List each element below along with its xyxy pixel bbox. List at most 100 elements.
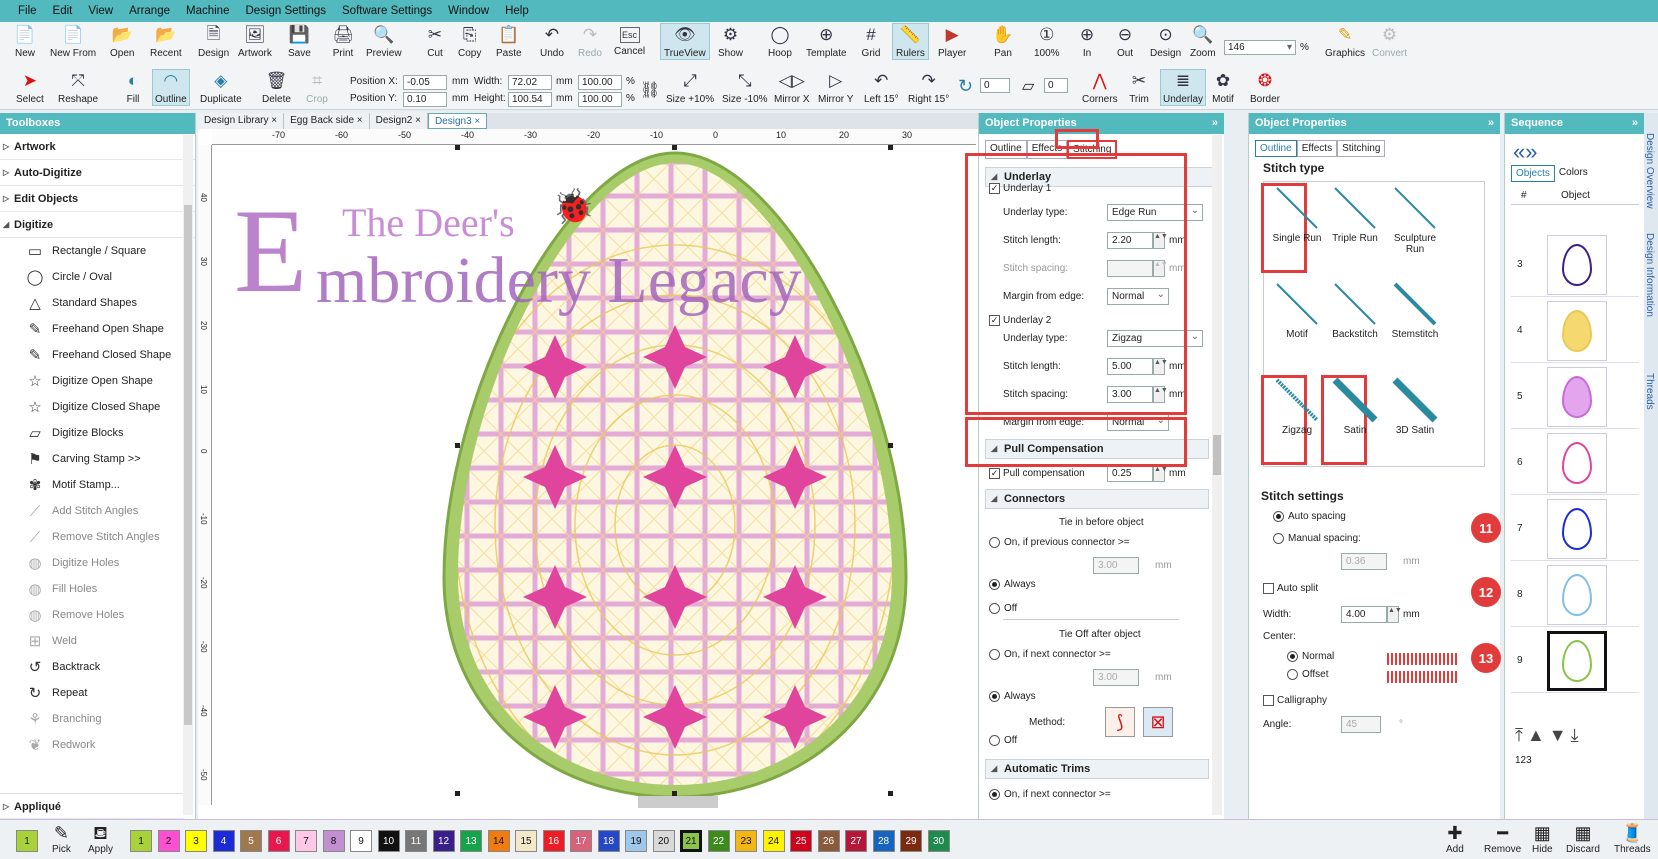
tab-design3[interactable]: Design3 ×: [427, 113, 488, 129]
tool-digitize-blocks[interactable]: ▱ Digitize Blocks: [0, 420, 195, 446]
tab-stitching[interactable]: Stitching: [1067, 140, 1118, 159]
thread-swatch-24[interactable]: 24: [762, 830, 785, 852]
menu-help[interactable]: Help: [497, 5, 537, 17]
menu-software-settings[interactable]: Software Settings: [334, 5, 440, 17]
section-edit-objects[interactable]: Edit Objects: [0, 186, 195, 212]
underlay-button[interactable]: ≣ Underlay: [1160, 69, 1207, 106]
reshape-button[interactable]: ⤧ Reshape: [58, 70, 98, 105]
cancel-button[interactable]: Esc Cancel: [614, 24, 645, 57]
slant-angle-input[interactable]: 0: [1044, 78, 1068, 93]
paste-button[interactable]: 📋 Paste: [496, 24, 522, 59]
player-button[interactable]: ▶ Player: [938, 24, 966, 59]
width-percent-input[interactable]: 100.00: [578, 75, 622, 90]
tool-freehand-closed-shape[interactable]: ✎ Freehand Closed Shape: [0, 342, 195, 368]
stitch-type-stemstitch[interactable]: Stemstitch: [1387, 279, 1443, 359]
tab-egg-back-side[interactable]: Egg Back side ×: [284, 113, 370, 129]
automatic-trims-group-header[interactable]: Automatic Trims: [985, 759, 1209, 779]
section-artwork[interactable]: Artwork: [0, 134, 195, 160]
trim-button[interactable]: ✂ Trim: [1128, 70, 1150, 105]
spin-icon[interactable]: ▲▼: [1153, 386, 1168, 403]
auto-split-checkbox[interactable]: Auto split: [1263, 583, 1318, 594]
print-button[interactable]: 🖨 Print: [332, 24, 354, 59]
stitch-type-single-run[interactable]: Single Run: [1269, 183, 1325, 263]
tab-design-library[interactable]: Design Library ×: [198, 113, 285, 129]
rotate-angle-input[interactable]: 0: [980, 78, 1010, 93]
trueview-button[interactable]: 👁 TrueView: [660, 23, 710, 60]
tool-freehand-open-shape[interactable]: ✎ Freehand Open Shape: [0, 316, 195, 342]
thread-swatch-20[interactable]: 20: [652, 830, 675, 852]
tab-colors[interactable]: Colors: [1554, 165, 1592, 182]
underlay-2-stitch-length[interactable]: 5.00: [1107, 358, 1153, 375]
recent-button[interactable]: 📂 Recent: [150, 24, 182, 59]
tool-fill-holes[interactable]: ◍ Fill Holes: [0, 576, 195, 602]
threads-button[interactable]: 🧵 Threads: [1614, 822, 1651, 855]
menu-window[interactable]: Window: [440, 5, 497, 17]
height-percent-input[interactable]: 100.00: [578, 92, 622, 107]
panel-expand-icon[interactable]: »: [1212, 113, 1218, 134]
design-canvas[interactable]: Design Library × Egg Back side × Design2…: [198, 113, 978, 819]
underlay-1-stitch-length[interactable]: 2.20: [1107, 232, 1153, 249]
underlay-1-checkbox[interactable]: ✓ Underlay 1: [989, 183, 1051, 194]
tab-outline[interactable]: Outline: [1255, 140, 1297, 157]
select-button[interactable]: ➤ Select: [16, 70, 44, 105]
preview-button[interactable]: 🔍 Preview: [366, 24, 402, 59]
tool-redwork[interactable]: ❦ Redwork: [0, 732, 195, 758]
tie-off-on-next-radio[interactable]: On, if next connector >=: [989, 649, 1111, 660]
tool-rectangle-square[interactable]: ▭ Rectangle / Square: [0, 238, 195, 264]
fill-button[interactable]: ◐ Fill: [122, 70, 144, 105]
hide-color-button[interactable]: ▦ Hide: [1532, 822, 1553, 855]
thread-swatch-7[interactable]: 7: [295, 830, 317, 852]
tie-in-off-radio[interactable]: Off: [989, 603, 1017, 614]
zoom-100-button[interactable]: ① 100%: [1034, 24, 1060, 59]
thread-swatch-25[interactable]: 25: [790, 830, 812, 852]
outline-button[interactable]: ◠ Outline: [152, 69, 190, 106]
tab-effects[interactable]: Effects: [1296, 140, 1338, 157]
sequence-row[interactable]: 3: [1511, 231, 1639, 297]
pick-button[interactable]: ✎ Pick: [52, 822, 71, 855]
graphics-button[interactable]: ✎ Graphics: [1325, 24, 1365, 59]
pull-compensation-checkbox[interactable]: ✓ Pull compensation: [989, 468, 1085, 479]
thread-swatch-2[interactable]: 2: [157, 830, 180, 852]
tab-design-information[interactable]: Design Information: [1644, 233, 1655, 317]
crop-button[interactable]: ⌗ Crop: [306, 70, 328, 105]
thread-swatch-21[interactable]: 21: [680, 830, 702, 852]
thread-swatch-23[interactable]: 23: [735, 830, 757, 852]
sequence-row[interactable]: 9: [1511, 627, 1639, 693]
connectors-group-header[interactable]: Connectors: [985, 489, 1209, 509]
current-color-swatch[interactable]: 1: [16, 830, 38, 852]
scrollbar-thumb[interactable]: [1213, 435, 1221, 475]
sequence-row[interactable]: 8: [1511, 561, 1639, 627]
zoom-button[interactable]: 🔍 Zoom: [1190, 24, 1216, 59]
properties-scrollbar[interactable]: [1212, 135, 1222, 815]
calligraphy-checkbox[interactable]: Calligraphy: [1263, 695, 1327, 706]
spin-icon[interactable]: ▲▼: [1153, 232, 1168, 249]
height-input[interactable]: 100.54: [508, 92, 552, 107]
tool-remove-holes[interactable]: ◍ Remove Holes: [0, 602, 195, 628]
tab-stitching[interactable]: Stitching: [1337, 140, 1386, 157]
thread-swatch-14[interactable]: 14: [487, 830, 510, 852]
position-x-input[interactable]: -0.05: [403, 75, 447, 90]
section-applique[interactable]: Appliqué: [0, 793, 184, 820]
tie-method-cross-icon[interactable]: ⊠: [1143, 707, 1173, 737]
tie-off-always-radio[interactable]: Always: [989, 691, 1036, 702]
tab-objects[interactable]: Objects: [1511, 165, 1555, 182]
zoom-out-button[interactable]: ⊖ Out: [1114, 24, 1136, 59]
sequence-row[interactable]: 7: [1511, 495, 1639, 561]
undo-button[interactable]: ↶ Undo: [540, 24, 564, 59]
mirror-x-button[interactable]: ◁▷ Mirror X: [774, 70, 810, 105]
tie-in-always-radio[interactable]: Always: [989, 579, 1036, 590]
panel-expand-icon[interactable]: »: [1488, 113, 1494, 134]
thread-swatch-1[interactable]: 1: [130, 830, 152, 852]
artwork-button[interactable]: 🖼 Artwork: [238, 24, 272, 59]
thread-swatch-26[interactable]: 26: [817, 830, 840, 852]
grid-button[interactable]: # Grid: [860, 24, 882, 59]
tool-digitize-open-shape[interactable]: ☆ Digitize Open Shape: [0, 368, 195, 394]
motif-button[interactable]: ✿ Motif: [1212, 70, 1234, 105]
thread-swatch-9[interactable]: 9: [350, 830, 372, 852]
spin-icon[interactable]: ▲▼: [1153, 465, 1168, 482]
border-button[interactable]: ❂ Border: [1250, 70, 1280, 105]
thread-swatch-4[interactable]: 4: [212, 830, 235, 852]
menu-arrange[interactable]: Arrange: [121, 5, 178, 17]
pull-compensation-group-header[interactable]: Pull Compensation: [985, 439, 1209, 459]
new-from-button[interactable]: 📄 New From: [50, 24, 96, 59]
